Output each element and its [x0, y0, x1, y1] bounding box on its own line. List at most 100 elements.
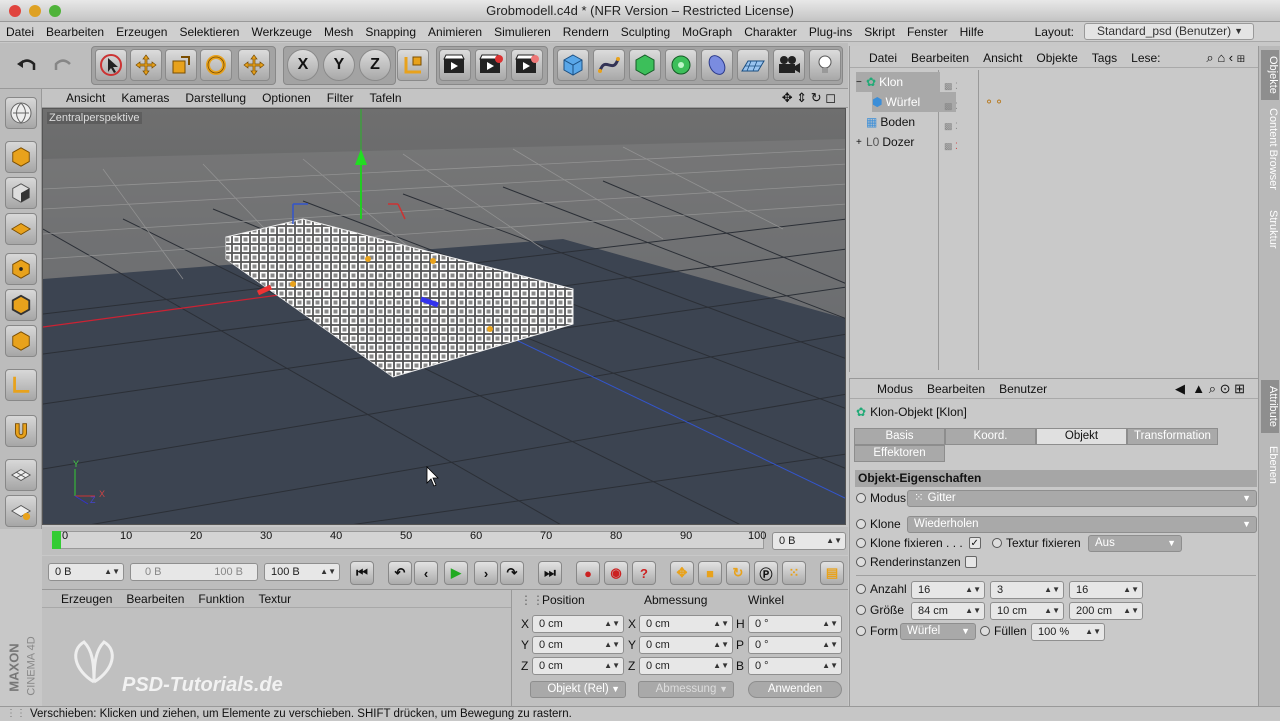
record-keyframe-button[interactable]: ●	[576, 561, 600, 585]
points-mode-icon[interactable]	[5, 253, 37, 285]
coordinate-system-icon[interactable]	[397, 49, 429, 81]
count-y-field[interactable]: 3 ▲▼	[990, 581, 1064, 599]
y-axis-lock-button[interactable]: Y	[323, 49, 355, 81]
object-menu-datei[interactable]: Datei	[862, 51, 904, 65]
next-key-button[interactable]: ↷	[500, 561, 524, 585]
menu-plugins[interactable]: Plug-ins	[803, 25, 858, 39]
search-icon[interactable]: ⌕ ⌂ ‹ ⊞	[1199, 50, 1252, 66]
render-picture-viewer-icon[interactable]	[475, 49, 507, 81]
menu-fenster[interactable]: Fenster	[901, 25, 954, 39]
menu-datei[interactable]: Datei	[0, 25, 40, 39]
current-frame-field[interactable]: 0 B ▲▼	[772, 532, 846, 550]
side-tab-attribute[interactable]: Attribute	[1261, 380, 1279, 433]
render-settings-icon[interactable]	[511, 49, 543, 81]
animate-radio[interactable]	[980, 626, 990, 636]
tab-objekt[interactable]: Objekt	[1036, 428, 1127, 445]
camera-icon[interactable]	[773, 49, 805, 81]
animate-radio[interactable]	[856, 538, 866, 548]
object-menu-objekte[interactable]: Objekte	[1029, 51, 1084, 65]
select-tool-icon[interactable]	[95, 49, 127, 81]
close-window-button[interactable]	[9, 5, 21, 17]
tab-koord[interactable]: Koord.	[945, 428, 1036, 445]
menu-bearbeiten[interactable]: Bearbeiten	[40, 25, 110, 39]
menu-animieren[interactable]: Animieren	[422, 25, 488, 39]
play-button[interactable]: ▶	[444, 561, 468, 585]
menu-skript[interactable]: Skript	[858, 25, 901, 39]
object-menu-bearbeiten[interactable]: Bearbeiten	[904, 51, 976, 65]
nurbs-icon[interactable]	[629, 49, 661, 81]
object-row-boden[interactable]: ▦ Boden	[856, 112, 940, 132]
axis-mode-icon[interactable]	[5, 369, 37, 401]
layout-select[interactable]: Standard_psd (Benutzer) ▼	[1084, 23, 1254, 40]
attribute-menu-modus[interactable]: Modus	[870, 382, 920, 396]
object-row-klon[interactable]: − ✿ Klon	[856, 72, 940, 92]
cloner-tag-icon[interactable]: ⚬⚬	[984, 95, 1004, 109]
viewport-menu-filter[interactable]: Filter	[319, 91, 362, 105]
menu-mesh[interactable]: Mesh	[318, 25, 359, 39]
visibility-toggles[interactable]: ▩ ⁚ ▩ ⁚ ▩ ⁚ ▩ ⁚	[944, 76, 958, 156]
animate-radio[interactable]	[856, 605, 866, 615]
animate-radio[interactable]	[856, 626, 866, 636]
next-frame-button[interactable]: ›	[474, 561, 498, 585]
undo-icon[interactable]	[12, 51, 42, 79]
key-scale-button[interactable]: ■	[698, 561, 722, 585]
object-menu-lesezeichen[interactable]: Lese:	[1124, 51, 1167, 65]
viewport-menu-kameras[interactable]: Kameras	[113, 91, 177, 105]
size-x-param-field[interactable]: 84 cm ▲▼	[911, 602, 985, 620]
viewport-menu-optionen[interactable]: Optionen	[254, 91, 319, 105]
spline-icon[interactable]	[593, 49, 625, 81]
z-axis-lock-button[interactable]: Z	[359, 49, 391, 81]
go-to-end-button[interactable]: ⏭	[538, 561, 562, 585]
tab-effektoren[interactable]: Effektoren	[854, 445, 945, 462]
position-z-field[interactable]: 0 cm ▲▼	[532, 657, 624, 675]
attribute-menu-bearbeiten[interactable]: Bearbeiten	[920, 382, 992, 396]
cube-icon[interactable]	[557, 49, 589, 81]
workplane-icon[interactable]	[5, 213, 37, 245]
previous-key-button[interactable]: ↶	[388, 561, 412, 585]
animate-radio[interactable]	[856, 557, 866, 567]
polygons-mode-icon[interactable]	[5, 325, 37, 357]
object-menu-ansicht[interactable]: Ansicht	[976, 51, 1029, 65]
rotation-b-field[interactable]: 0 ° ▲▼	[748, 657, 842, 675]
size-x-field[interactable]: 0 cm ▲▼	[639, 615, 733, 633]
key-parameter-button[interactable]: Ⓟ	[754, 561, 778, 585]
timeline-window-button[interactable]: ▤	[820, 561, 844, 585]
object-menu-tags[interactable]: Tags	[1085, 51, 1124, 65]
light-icon[interactable]	[809, 49, 841, 81]
workplane-lock-icon[interactable]	[5, 459, 37, 491]
edges-mode-icon[interactable]	[5, 289, 37, 321]
menu-simulieren[interactable]: Simulieren	[488, 25, 557, 39]
make-editable-icon[interactable]	[5, 97, 37, 129]
attribute-menu-benutzer[interactable]: Benutzer	[992, 382, 1054, 396]
size-mode-dropdown[interactable]: Abmessung ▼	[638, 681, 734, 698]
rotate-tool-icon[interactable]	[200, 49, 232, 81]
side-tab-objekte[interactable]: Objekte	[1261, 50, 1279, 100]
material-menu-funktion[interactable]: Funktion	[191, 592, 251, 606]
size-y-field[interactable]: 0 cm ▲▼	[639, 636, 733, 654]
navigation-icons[interactable]: ◀ ▲ ⌕ ⊙ ⊞	[1168, 381, 1252, 397]
spinner-icon[interactable]: ▲▼	[320, 564, 336, 580]
material-menu-erzeugen[interactable]: Erzeugen	[54, 592, 119, 606]
collapse-icon[interactable]: −	[856, 77, 866, 88]
render-instances-checkbox[interactable]	[964, 556, 977, 568]
fix-texture-dropdown[interactable]: Aus ▼	[1088, 535, 1182, 552]
key-rotation-button[interactable]: ↻	[726, 561, 750, 585]
timeline-playhead[interactable]	[52, 531, 61, 549]
redo-icon[interactable]	[48, 51, 78, 79]
end-frame-field[interactable]: 100 B ▲▼	[264, 563, 340, 581]
menu-charakter[interactable]: Charakter	[738, 25, 803, 39]
move-tool-icon[interactable]	[130, 49, 162, 81]
key-position-button[interactable]: ✥	[670, 561, 694, 585]
animate-radio[interactable]	[856, 519, 866, 529]
timeline[interactable]: 0 10 20 30 40 50 60 70 80 90 100 0 B ▲▼	[42, 527, 848, 555]
animate-radio[interactable]	[992, 538, 1002, 548]
tab-transformation[interactable]: Transformation	[1127, 428, 1218, 445]
floor-icon[interactable]	[737, 49, 769, 81]
recent-tool-icon[interactable]	[238, 49, 270, 81]
zoom-window-button[interactable]	[49, 5, 61, 17]
klone-dropdown[interactable]: Wiederholen ▼	[907, 516, 1257, 533]
preview-range-field[interactable]: 0 B 100 B	[130, 563, 258, 581]
viewport-menu-ansicht[interactable]: Ansicht	[58, 91, 113, 105]
size-y-param-field[interactable]: 10 cm ▲▼	[990, 602, 1064, 620]
material-menu-bearbeiten[interactable]: Bearbeiten	[119, 592, 191, 606]
